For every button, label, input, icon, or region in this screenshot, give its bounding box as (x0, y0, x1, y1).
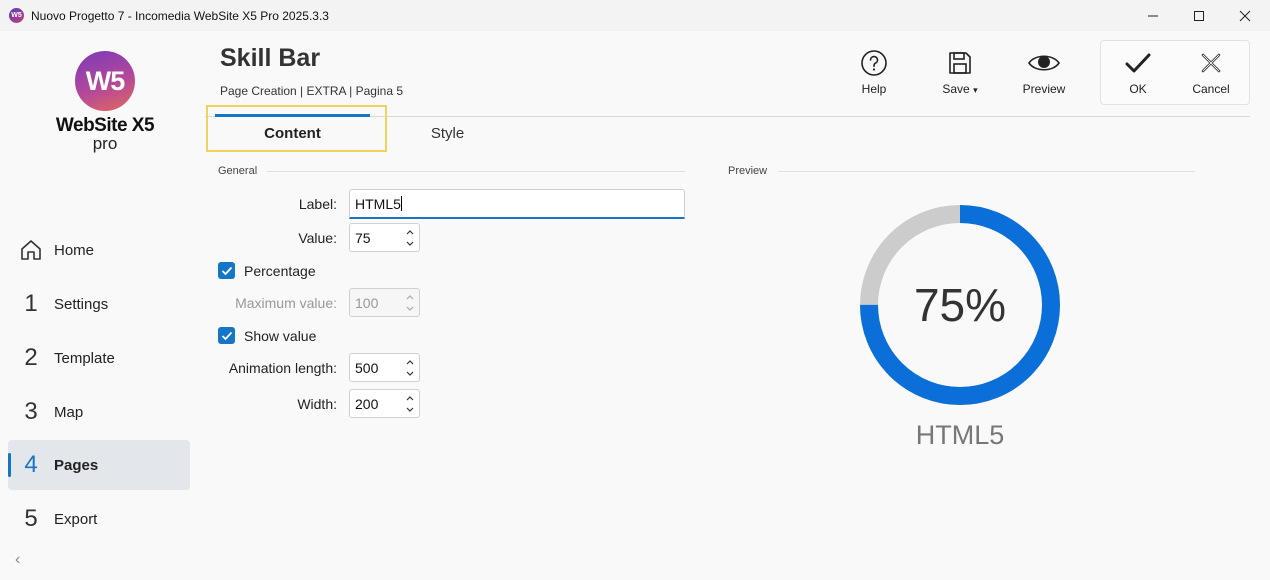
sidebar-item-label: Home (54, 241, 95, 259)
logo-name: WebSite X5 (55, 115, 155, 136)
minimize-icon (1148, 15, 1158, 16)
sidebar-item-pages[interactable]: 4 Pages (8, 440, 190, 490)
preview-section-label: Preview (728, 165, 768, 177)
window-title: Nuovo Progetto 7 - Incomedia WebSite X5 … (31, 9, 329, 23)
maximize-button[interactable] (1176, 0, 1222, 31)
max-value-label: Maximum value: (235, 295, 337, 311)
percentage-label: Percentage (244, 262, 316, 279)
sidebar-item-map[interactable]: 3 Map (8, 387, 190, 437)
collapse-sidebar-button[interactable]: ‹ (15, 551, 20, 569)
home-icon (8, 238, 54, 262)
save-icon (925, 48, 995, 78)
general-section-rule (267, 171, 685, 172)
sidebar-item-export[interactable]: 5 Export (8, 494, 190, 544)
save-button[interactable]: Save ▾ (925, 48, 995, 96)
text-caret (400, 196, 402, 211)
chevron-down-icon (406, 407, 414, 412)
show-value-checkbox-row[interactable]: Show value (218, 327, 316, 344)
sidebar-item-template[interactable]: 2 Template (8, 333, 190, 383)
animation-length-spinner[interactable]: 500 (349, 353, 420, 382)
show-value-label: Show value (244, 327, 317, 344)
cancel-button[interactable]: Cancel (1176, 48, 1246, 96)
preview-button[interactable]: Preview (1009, 48, 1079, 96)
value-spinner[interactable]: 75 (349, 223, 420, 252)
help-button[interactable]: Help (839, 48, 909, 96)
show-value-checkbox[interactable] (218, 327, 235, 344)
checkmark-icon (221, 266, 232, 275)
page-title: Skill Bar (220, 44, 321, 72)
logo-edition: pro (92, 134, 118, 153)
preview-section-rule (778, 171, 1195, 172)
chevron-down-icon (406, 306, 414, 311)
label-input[interactable]: HTML5 (349, 189, 685, 219)
sidebar-item-label: Export (54, 510, 98, 528)
close-icon (1239, 10, 1251, 21)
label-field-label: Label: (298, 196, 337, 212)
app-logo: W5 WebSite X5 pro (50, 51, 160, 153)
ok-button[interactable]: OK (1103, 48, 1173, 96)
chevron-up-icon (406, 295, 414, 300)
sidebar-item-label: Template (54, 349, 115, 367)
minimize-button[interactable] (1130, 0, 1176, 31)
cancel-icon (1176, 48, 1246, 78)
eye-icon (1009, 48, 1079, 78)
sidebar-item-settings[interactable]: 1 Settings (8, 279, 190, 329)
step-number: 4 (24, 451, 38, 478)
sidebar-item-label: Settings (54, 295, 109, 313)
help-label: Help (861, 82, 887, 96)
width-label: Width: (297, 396, 337, 412)
ok-label: OK (1129, 82, 1147, 96)
checkmark-icon (221, 331, 232, 340)
sidebar: W5 WebSite X5 pro Home 1 Settings 2 Temp… (0, 31, 197, 580)
help-icon (839, 48, 909, 78)
percentage-checkbox-row[interactable]: Percentage (218, 262, 316, 279)
step-number: 3 (24, 398, 38, 425)
spinner-arrows[interactable] (405, 394, 415, 414)
close-button[interactable] (1222, 0, 1268, 31)
percentage-checkbox[interactable] (218, 262, 235, 279)
chevron-down-icon (406, 371, 414, 376)
step-number: 5 (24, 505, 38, 532)
spinner-arrows[interactable] (405, 228, 415, 248)
tab-highlight-box (206, 105, 387, 152)
app-icon: W5 (9, 8, 24, 23)
checkmark-icon (1103, 48, 1173, 78)
save-label: Save (942, 82, 970, 96)
sidebar-item-label: Map (54, 403, 84, 421)
ring-caption: HTML5 (915, 420, 1005, 450)
general-section-label: General (218, 165, 258, 177)
sidebar-item-home[interactable]: Home (8, 225, 190, 275)
max-value-spinner: 100 (349, 288, 420, 317)
step-number: 1 (24, 290, 38, 317)
chevron-down-icon: ▾ (973, 85, 978, 95)
step-number: 2 (24, 344, 38, 371)
width-spinner[interactable]: 200 (349, 389, 420, 418)
chevron-up-icon (406, 230, 414, 235)
spinner-arrows (405, 293, 415, 313)
tab-style[interactable]: Style (385, 125, 510, 145)
chevron-down-icon (406, 241, 414, 246)
spinner-arrows[interactable] (405, 358, 415, 378)
animation-length-label: Animation length: (228, 360, 337, 376)
value-field-label: Value: (298, 230, 337, 246)
sidebar-item-label: Pages (54, 456, 99, 474)
chevron-up-icon (406, 360, 414, 365)
logo-mark: W5 (75, 51, 135, 111)
skill-ring-preview: 75% (860, 205, 1060, 405)
breadcrumb: Page Creation | EXTRA | Pagina 5 (220, 84, 404, 98)
cancel-label: Cancel (1192, 82, 1230, 96)
chevron-up-icon (406, 396, 414, 401)
ring-value-text: 75% (914, 279, 1006, 331)
title-bar: W5 Nuovo Progetto 7 - Incomedia WebSite … (0, 0, 1270, 31)
maximize-icon (1194, 10, 1204, 21)
preview-label: Preview (1022, 82, 1066, 96)
